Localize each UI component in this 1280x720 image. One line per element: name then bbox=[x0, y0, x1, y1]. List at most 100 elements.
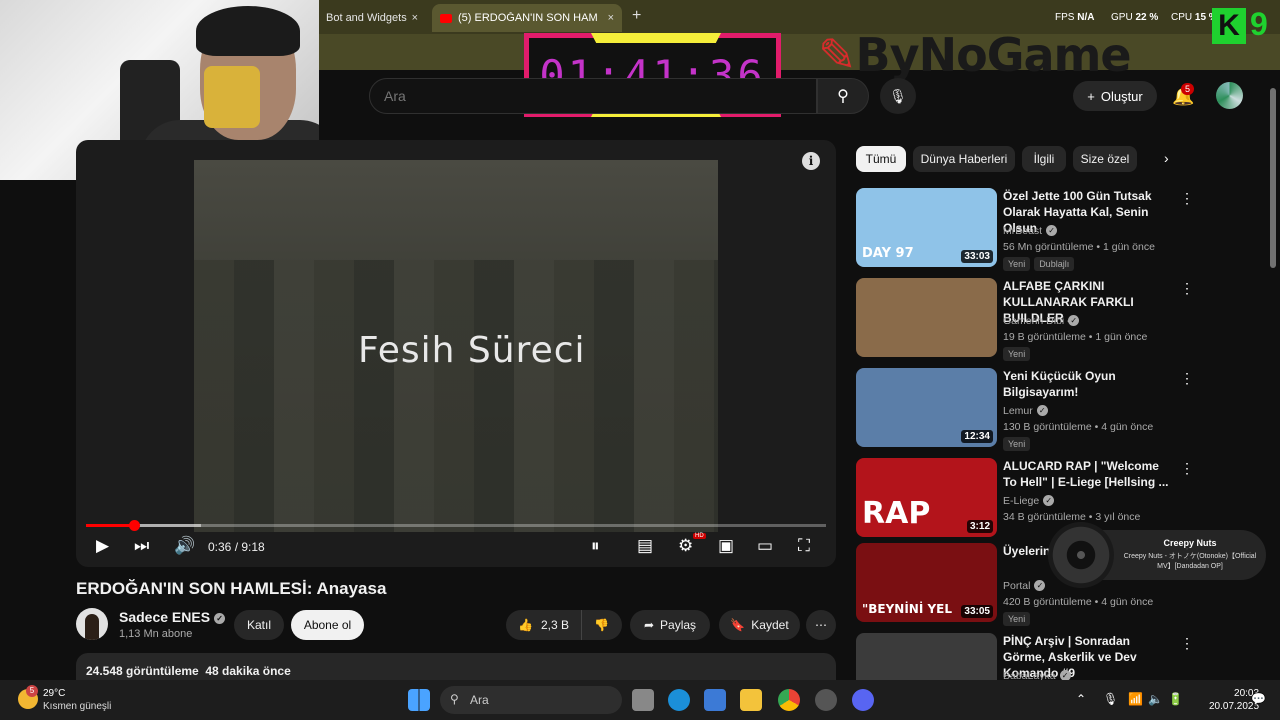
recommendation-channel[interactable]: MrBeast ✓ bbox=[1003, 225, 1058, 237]
video-thumbnail[interactable] bbox=[856, 278, 997, 357]
close-icon[interactable]: × bbox=[412, 12, 418, 24]
discord-icon[interactable] bbox=[852, 689, 874, 711]
save-button[interactable]: 🔖 Kaydet bbox=[719, 610, 800, 640]
tag-badge: Yeni bbox=[1003, 347, 1031, 361]
video-thumbnail[interactable]: RAP 3:12 bbox=[856, 458, 997, 537]
duration-badge: 12:34 bbox=[961, 430, 993, 443]
channel-avatar[interactable] bbox=[76, 608, 108, 640]
channel-name[interactable]: Sadece ENES ✓ bbox=[119, 609, 226, 625]
recommendation-channel[interactable]: Gamerin Dibi ✓ bbox=[1003, 315, 1080, 327]
tag-badge: Yeni bbox=[1003, 257, 1031, 271]
file-explorer-icon[interactable] bbox=[740, 689, 762, 711]
scrollbar[interactable] bbox=[1269, 78, 1277, 678]
recommendation-item[interactable]: ALFABE ÇARKINI KULLANARAK FARKLI BUILDLE… bbox=[856, 278, 1256, 361]
tab-youtube-video[interactable]: (5) ERDOĞAN'IN SON HAMLESİ × bbox=[432, 4, 622, 32]
scrubber-handle[interactable] bbox=[129, 520, 141, 531]
app-icon[interactable] bbox=[815, 689, 837, 711]
youtube-favicon-icon bbox=[440, 13, 452, 23]
recommendation-channel[interactable]: Portal ✓ bbox=[1003, 580, 1046, 592]
now-playing-title: Creepy Nuts bbox=[1163, 538, 1217, 548]
recommendation-item[interactable]: DAY 97 33:03 Özel Jette 100 Gün Tutsak Ola… bbox=[856, 188, 1256, 271]
info-icon[interactable]: i bbox=[802, 152, 820, 170]
new-tab-button[interactable]: + bbox=[632, 7, 641, 25]
duration-badge: 3:12 bbox=[966, 520, 993, 533]
recommendation-channel[interactable]: Lemur ✓ bbox=[1003, 405, 1048, 417]
store-icon[interactable] bbox=[704, 689, 726, 711]
view-stats: 24.548 görüntüleme 48 dakika önce bbox=[86, 664, 291, 678]
dislike-button[interactable]: 👎 bbox=[582, 618, 621, 632]
chrome-icon[interactable] bbox=[778, 689, 800, 711]
miniplayer-icon[interactable]: ▣ bbox=[718, 536, 734, 556]
share-icon: ➦ bbox=[643, 618, 655, 632]
close-icon[interactable]: × bbox=[608, 12, 614, 24]
video-thumbnail[interactable]: 12:34 bbox=[856, 368, 997, 447]
chip-for-you[interactable]: Size özel bbox=[1073, 146, 1137, 172]
video-thumbnail[interactable]: "BEYNİNİ YEL 33:05 bbox=[856, 543, 997, 622]
share-button[interactable]: ➦ Paylaş bbox=[630, 610, 710, 640]
autoplay-toggle-icon[interactable]: ⏸ bbox=[591, 536, 600, 556]
verified-icon: ✓ bbox=[1068, 315, 1080, 326]
chip-related[interactable]: İlgili bbox=[1022, 146, 1066, 172]
search-button[interactable]: ⚲ bbox=[817, 78, 869, 114]
fps-label: FPS bbox=[1055, 12, 1075, 23]
channel-text: Portal bbox=[1003, 580, 1031, 592]
video-player[interactable]: Fesih Süreci i ▶ ⏭ 🔊 0:36 / 9:18 ⏸ ▤ ⚙ H… bbox=[76, 140, 836, 567]
account-avatar[interactable] bbox=[1216, 82, 1243, 109]
theater-mode-icon[interactable]: ▭ bbox=[757, 536, 773, 556]
gpu-label: GPU bbox=[1111, 12, 1133, 23]
cpu-label: CPU bbox=[1171, 12, 1193, 23]
edge-icon[interactable] bbox=[668, 689, 690, 711]
next-icon[interactable]: ⏭ bbox=[134, 536, 149, 556]
kebab-menu-icon[interactable]: ⋮ bbox=[1180, 190, 1194, 207]
progress-bar[interactable] bbox=[86, 520, 826, 531]
join-button[interactable]: Katıl bbox=[234, 610, 284, 640]
speaker-icon[interactable]: 🔈 bbox=[1148, 692, 1163, 706]
wifi-icon[interactable]: 📶 bbox=[1128, 692, 1143, 706]
channel-text: E-Liege bbox=[1003, 495, 1040, 507]
kebab-menu-icon[interactable]: ⋮ bbox=[1180, 370, 1194, 387]
fullscreen-icon[interactable]: ⛶ bbox=[798, 536, 810, 556]
windows-start-icon[interactable] bbox=[408, 689, 430, 711]
search-input[interactable] bbox=[370, 79, 816, 113]
play-icon[interactable]: ▶ bbox=[96, 536, 109, 556]
duration-badge: 33:03 bbox=[961, 250, 993, 263]
settings-icon[interactable]: ⚙ bbox=[678, 536, 693, 556]
volume-icon[interactable]: 🔊 bbox=[174, 536, 195, 556]
taskbar-search[interactable]: ⚲ Ara bbox=[440, 686, 622, 714]
microphone-icon[interactable]: 🎙 bbox=[1103, 692, 1118, 706]
create-button[interactable]: + Oluştur bbox=[1073, 81, 1157, 111]
recommendation-channel[interactable]: E-Liege ✓ bbox=[1003, 495, 1055, 507]
video-thumbnail[interactable]: DAY 97 33:03 bbox=[856, 188, 997, 267]
recommendation-title[interactable]: ALUCARD RAP | "Welcome To Hell" | E-Lieg… bbox=[1003, 458, 1173, 490]
kebab-menu-icon[interactable]: ⋮ bbox=[1180, 280, 1194, 297]
phone-shape bbox=[204, 66, 260, 128]
battery-icon[interactable]: 🔋 bbox=[1168, 692, 1183, 706]
chip-world-news[interactable]: Dünya Haberleri bbox=[913, 146, 1015, 172]
plus-icon: + bbox=[1087, 88, 1095, 104]
chevron-right-icon[interactable]: › bbox=[1164, 150, 1169, 166]
recommendation-item[interactable]: RAP 3:12 ALUCARD RAP | "Welcome To Hell" |… bbox=[856, 458, 1256, 540]
chevron-up-icon[interactable]: ⌃ bbox=[1076, 692, 1086, 706]
like-button[interactable]: 👍 2,3 B bbox=[506, 610, 582, 640]
more-actions-button[interactable]: ⋯ bbox=[806, 610, 836, 640]
gpu-value: 22 % bbox=[1135, 12, 1159, 23]
kebab-menu-icon[interactable]: ⋮ bbox=[1180, 635, 1194, 652]
notification-icon[interactable]: 💬 bbox=[1251, 692, 1266, 706]
tab-bot-widgets[interactable]: Bot and Widgets × bbox=[318, 4, 426, 32]
scrollbar-thumb[interactable] bbox=[1270, 88, 1276, 268]
subscriber-count: 1,13 Mn abone bbox=[119, 628, 193, 640]
recommendation-item[interactable]: 12:34 Yeni Küçücük Oyun Bilgisayarım! Lemu… bbox=[856, 368, 1256, 451]
recommendation-title[interactable]: Yeni Küçücük Oyun Bilgisayarım! bbox=[1003, 368, 1173, 400]
search-box[interactable] bbox=[369, 78, 817, 114]
time-display: 0:36 / 9:18 bbox=[208, 540, 265, 554]
chip-all[interactable]: Tümü bbox=[856, 146, 906, 172]
more-icon: ⋯ bbox=[815, 618, 827, 632]
thumbnail-text: DAY 97 bbox=[862, 246, 914, 261]
kebab-menu-icon[interactable]: ⋮ bbox=[1180, 460, 1194, 477]
badge-row: Yeni bbox=[1003, 612, 1031, 626]
subscribe-button[interactable]: Abone ol bbox=[291, 610, 364, 640]
vinyl-disc-icon bbox=[1048, 522, 1114, 588]
task-view-icon[interactable] bbox=[632, 689, 654, 711]
voice-search-button[interactable]: 🎙 bbox=[880, 78, 916, 114]
subtitles-icon[interactable]: ▤ bbox=[637, 536, 653, 556]
